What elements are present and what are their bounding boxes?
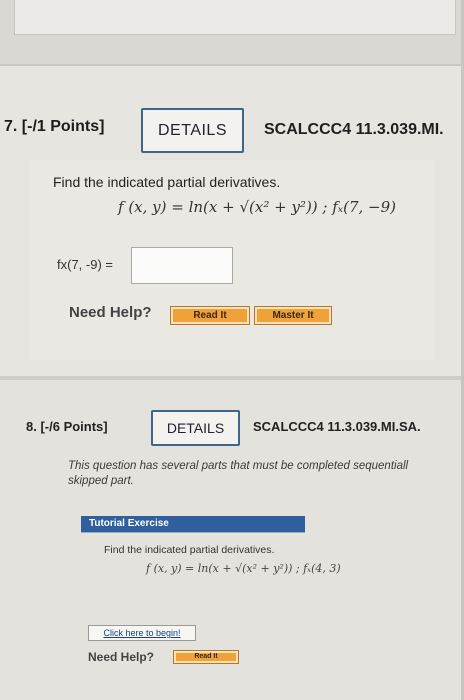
tutorial-exercise-header: Tutorial Exercise (81, 516, 305, 532)
question-8-number: 8. [-/6 Points] (26, 419, 108, 434)
tutorial-divider (81, 532, 305, 533)
q7-details-button[interactable]: DETAILS (141, 108, 244, 153)
q7-answer-input[interactable] (131, 247, 233, 284)
click-to-begin-link[interactable]: Click here to begin! (88, 625, 196, 641)
q8-sequential-note: This question has several parts that mus… (68, 459, 458, 489)
q7-source-label: SCALCCC4 11.3.039.MI. (264, 121, 444, 138)
q8-note-line1: This question has several parts that mus… (68, 460, 409, 472)
previous-question-box (14, 0, 456, 35)
question-7-number: 7. [-/1 Points] (4, 118, 105, 135)
q8-note-line2: skipped part. (68, 475, 134, 487)
q8-read-it-button[interactable]: Read It (173, 650, 239, 664)
q8-source-label: SCALCCC4 11.3.039.MI.SA. (253, 419, 421, 434)
q8-need-help-label: Need Help? (88, 650, 155, 664)
q8-formula: f (x, y) = ln(x + √(x² + y²)) ; fₓ(4, 3) (146, 562, 341, 575)
q8-details-button[interactable]: DETAILS (151, 410, 240, 446)
q7-need-help-label: Need Help? (69, 304, 152, 321)
q7-formula: f (x, y) = ln(x + √(x² + y²)) ; fₓ(7, −9… (118, 198, 397, 216)
q7-master-it-button[interactable]: Master It (254, 306, 332, 325)
q7-answer-label: fx(7, -9) = (57, 257, 113, 272)
q8-instruction: Find the indicated partial derivatives. (104, 544, 275, 556)
q7-read-it-button[interactable]: Read It (170, 306, 250, 325)
q7-instruction: Find the indicated partial derivatives. (53, 174, 281, 190)
